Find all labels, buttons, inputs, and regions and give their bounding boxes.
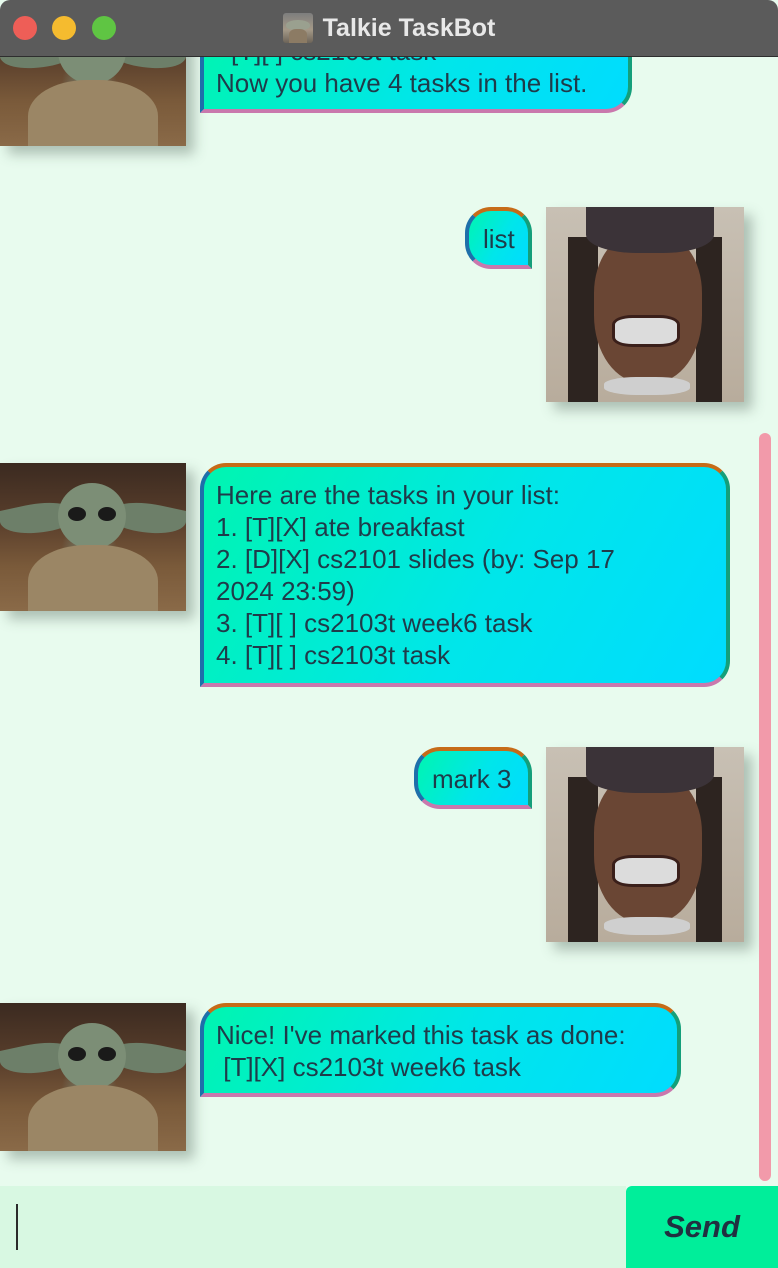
message-line: 4. [T][ ] cs2103t task	[216, 640, 451, 670]
title-wrap: Talkie TaskBot	[0, 0, 778, 56]
scrollbar-thumb[interactable]	[759, 433, 771, 1181]
message-text: mark 3	[432, 764, 512, 794]
window-title: Talkie TaskBot	[322, 13, 496, 42]
message-line: [T][X] cs2103t week6 task	[216, 1052, 521, 1082]
message-line: 2024 23:59)	[216, 576, 355, 606]
user-message-bubble: list	[465, 207, 532, 269]
send-button[interactable]: Send	[626, 1186, 778, 1268]
message-line: 1. [T][X] ate breakfast	[216, 512, 465, 542]
user-message-bubble: mark 3	[414, 747, 532, 809]
bot-message-bubble: Here are the tasks in your list: 1. [T][X…	[200, 463, 730, 687]
user-avatar	[546, 747, 744, 942]
message-line: [T][ ] cs2103t task	[216, 57, 616, 67]
bot-avatar	[0, 1003, 186, 1151]
message-text: list	[483, 224, 515, 254]
title-bar: Talkie TaskBot	[0, 0, 778, 57]
bot-message-bubble: Nice! I've marked this task as done: [T]…	[200, 1003, 681, 1097]
bot-avatar	[0, 57, 186, 146]
user-avatar	[546, 207, 744, 402]
message-line: Now you have 4 tasks in the list.	[216, 68, 588, 98]
chat-area[interactable]: [T][ ] cs2103t taskNow you have 4 tasks …	[0, 57, 778, 1185]
bot-avatar	[0, 463, 186, 611]
app-icon	[282, 13, 313, 43]
message-line: 3. [T][ ] cs2103t week6 task	[216, 608, 533, 638]
message-line: 2. [D][X] cs2101 slides (by: Sep 17	[216, 544, 615, 574]
message-line: Here are the tasks in your list:	[216, 480, 560, 510]
message-line: Nice! I've marked this task as done:	[216, 1020, 626, 1050]
message-input[interactable]	[0, 1186, 626, 1268]
text-caret	[16, 1204, 18, 1250]
input-bar: Send	[0, 1186, 778, 1268]
bot-message-bubble: [T][ ] cs2103t taskNow you have 4 tasks …	[200, 57, 632, 113]
